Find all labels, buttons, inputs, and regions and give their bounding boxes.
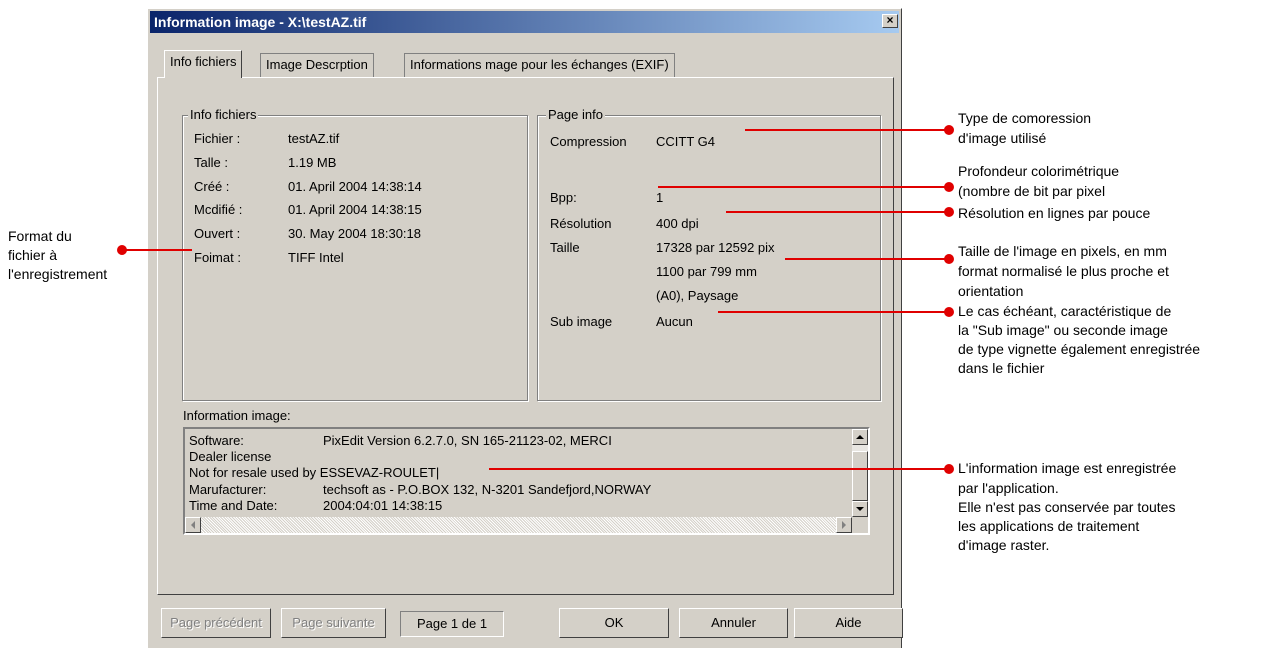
page-info-title: Page info	[546, 107, 605, 122]
annotation-resolution-1: Résolution en lignes par pouce	[958, 205, 1151, 221]
size-mm-value: 1100 par 799 mm	[656, 264, 757, 279]
scroll-left-button[interactable]	[185, 517, 201, 533]
scroll-thumb[interactable]	[852, 451, 868, 501]
arrow-down-icon	[856, 507, 864, 511]
annotation-size-3: orientation	[958, 283, 1024, 299]
size-format-value: (A0), Paysage	[656, 288, 739, 303]
information-image-textarea[interactable]: Software: PixEdit Version 6.2.7.0, SN 16…	[183, 427, 870, 535]
info-line-manufacturer-value: techsoft as - P.O.BOX 132, N-3201 Sandef…	[323, 482, 652, 497]
size-label: Talle :	[194, 155, 228, 170]
format-label: Foimat :	[194, 250, 241, 265]
info-line-dealer: Dealer license	[189, 449, 272, 464]
previous-page-button[interactable]: Page précédent	[161, 608, 271, 638]
next-page-button[interactable]: Page suivante	[281, 608, 386, 638]
tab-info-fichiers[interactable]: Info fichiers	[164, 50, 243, 78]
info-line-software-key: Software:	[189, 433, 244, 448]
subimage-label: Sub image	[550, 314, 613, 329]
opened-label: Ouvert :	[194, 226, 241, 241]
annotation-dot-bpp	[944, 182, 954, 192]
created-label: Créé :	[194, 179, 230, 194]
size-label-page: Taille	[550, 240, 580, 255]
resolution-label: Résolution	[550, 216, 612, 231]
info-line-software-value: PixEdit Version 6.2.7.0, SN 165-21123-02…	[323, 433, 612, 448]
created-value: 01. April 2004 14:38:14	[288, 179, 422, 194]
file-label: Fichier :	[194, 131, 241, 146]
annotation-line-info	[489, 468, 949, 470]
annotation-line-subimage	[718, 311, 949, 313]
info-line-time-value: 2004:04:01 14:38:15	[323, 498, 443, 513]
annotation-info-2: par l'application.	[958, 480, 1059, 496]
compression-label: Compression	[550, 134, 627, 149]
scroll-up-button[interactable]	[852, 429, 868, 445]
subimage-value: Aucun	[656, 314, 693, 329]
dialog-title: Information image - X:\testAZ.tif	[150, 11, 899, 33]
modified-label: Mcdifié :	[194, 202, 243, 217]
annotation-line-format	[122, 249, 192, 251]
horizontal-scrollbar[interactable]	[185, 517, 852, 533]
size-value: 1.19 MB	[288, 155, 337, 170]
annotation-format-1: Format du	[8, 228, 72, 244]
annotation-subimage-1: Le cas échéant, caractéristique de	[958, 303, 1172, 319]
page-indicator: Page 1 de 1	[400, 611, 504, 637]
annotation-dot-resolution	[944, 207, 954, 217]
annotation-info-4: les applications de traitement	[958, 518, 1140, 534]
cancel-button[interactable]: Annuler	[679, 608, 788, 638]
file-value: testAZ.tif	[288, 131, 340, 146]
resolution-value: 400 dpi	[656, 216, 699, 231]
annotation-size-1: Taille de l'image en pixels, en mm	[958, 243, 1167, 259]
annotation-compression-1: Type de comoression	[958, 110, 1092, 126]
annotation-dot-info	[944, 464, 954, 474]
bpp-label: Bpp:	[550, 190, 577, 205]
information-image-label: Information image:	[183, 408, 291, 423]
annotation-info-5: d'image raster.	[958, 537, 1050, 553]
annotation-size-2: format normalisé le plus proche et	[958, 263, 1169, 279]
compression-value: CCITT G4	[656, 134, 715, 149]
info-line-resale: Not for resale used by ESSEVAZ-ROULET|	[189, 465, 440, 480]
annotation-info-1: L'information image est enregistrée	[958, 460, 1177, 476]
ok-button[interactable]: OK	[559, 608, 669, 638]
tab-exif[interactable]: Informations mage pour les échanges (EXI…	[404, 53, 675, 77]
opened-value: 30. May 2004 18:30:18	[288, 226, 421, 241]
scroll-right-button[interactable]	[836, 517, 852, 533]
tab-image-description[interactable]: Image Descrption	[260, 53, 374, 77]
annotation-format-2: fichier à	[8, 247, 58, 263]
annotation-line-compression	[745, 129, 949, 131]
annotation-subimage-3: de type vignette également enregistrée	[958, 341, 1201, 357]
information-image-dialog: Information image - X:\testAZ.tif × Imag…	[147, 8, 903, 648]
size-pixels-value: 17328 par 12592 pix	[656, 240, 775, 255]
help-button[interactable]: Aide	[794, 608, 903, 638]
annotation-dot-subimage	[944, 307, 954, 317]
annotation-subimage-4: dans le fichier	[958, 360, 1045, 376]
format-value: TIFF Intel	[288, 250, 344, 265]
annotation-info-3: Elle n'est pas conservée par toutes	[958, 499, 1176, 515]
annotation-dot-size	[944, 254, 954, 264]
file-info-title: Info fichiers	[188, 107, 259, 122]
modified-value: 01. April 2004 14:38:15	[288, 202, 422, 217]
annotation-line-size	[785, 258, 949, 260]
annotation-dot-compression	[944, 125, 954, 135]
arrow-left-icon	[191, 521, 195, 529]
info-line-manufacturer-key: Marufacturer:	[189, 482, 267, 497]
annotation-compression-2: d'image utilisé	[958, 130, 1047, 146]
bpp-value: 1	[656, 190, 664, 205]
scroll-down-button[interactable]	[852, 501, 868, 517]
arrow-right-icon	[842, 521, 846, 529]
annotation-subimage-2: la "Sub image" ou seconde image	[958, 322, 1168, 338]
annotation-bpp-2: (nombre de bit par pixel	[958, 183, 1106, 199]
info-line-time-key: Time and Date:	[189, 498, 278, 513]
annotation-bpp-1: Profondeur colorimétrique	[958, 163, 1120, 179]
arrow-up-icon	[856, 435, 864, 439]
annotation-line-resolution	[726, 211, 949, 213]
annotation-line-bpp	[658, 186, 949, 188]
close-button[interactable]: ×	[882, 14, 898, 28]
annotation-format-3: l'enregistrement	[8, 266, 108, 282]
